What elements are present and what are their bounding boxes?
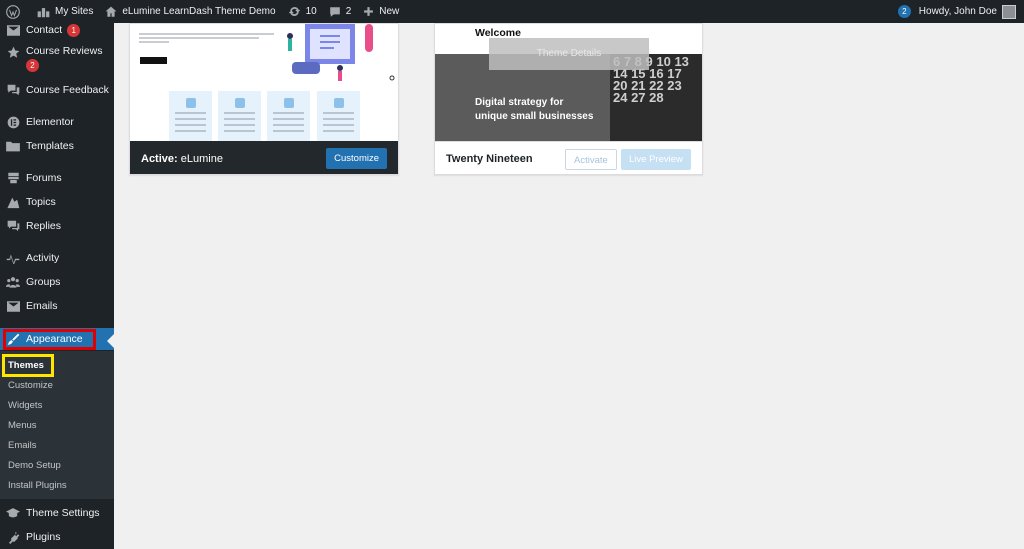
notifications-badge[interactable]: 2 [897,5,911,18]
topics-icon [6,195,20,209]
plus-icon [364,7,374,16]
sidebar-item-label: Groups [26,276,61,288]
site-name-menu[interactable]: eLumine LearnDash Theme Demo [99,0,281,23]
preview-headline: Digital strategy for unique small busine… [475,96,593,124]
star-icon [6,45,20,59]
sidebar-item-label: Course Reviews [26,45,103,57]
admin-sidebar: Contact 1 Course Reviews 2 Course Feedba… [0,23,114,549]
sidebar-item-course-feedback[interactable]: Course Feedback [0,79,114,101]
preview-cta-button [140,57,167,64]
theme-card-twenty-nineteen[interactable]: Welcome 6 7 8 9 10 13 14 15 16 17 20 21 … [434,23,703,175]
sidebar-item-templates[interactable]: Templates [0,135,114,157]
sidebar-item-contact[interactable]: Contact 1 [0,23,114,41]
theme-details-button[interactable]: Theme Details [489,38,649,70]
active-prefix: Active: [141,152,178,165]
preview-feature-card [218,91,261,141]
submenu-item-demo-setup[interactable]: Demo Setup [8,458,61,474]
theme-card-footer: Active: eLumine Customize [130,141,398,174]
sidebar-item-theme-settings[interactable]: Theme Settings [0,502,114,524]
contact-count-badge: 1 [67,23,81,37]
course-reviews-count-badge: 2 [26,59,39,72]
comments-count: 2 [345,6,352,17]
elementor-icon [6,115,20,129]
sidebar-item-plugins[interactable]: Plugins [0,526,114,548]
site-name-label: eLumine LearnDash Theme Demo [122,6,276,17]
preview-text-line [139,33,274,35]
groups-icon [6,275,20,289]
appearance-highlight-box [3,329,96,350]
sidebar-item-replies[interactable]: Replies [0,215,114,237]
theme-screenshot-elumine[interactable] [130,24,398,141]
themes-highlight-box [2,354,54,377]
theme-name: eLumine [180,152,223,165]
theme-name: Twenty Nineteen [446,153,533,165]
preview-headline-line-1: Digital strategy for [475,97,564,108]
my-sites-menu[interactable]: My Sites [31,0,99,23]
sidebar-item-groups[interactable]: Groups [0,271,114,293]
live-preview-button[interactable]: Live Preview [621,149,691,170]
preview-feature-card [267,91,310,141]
envelope-icon [6,299,20,313]
customize-button[interactable]: Customize [326,148,387,169]
sidebar-item-label: Topics [26,196,56,208]
submenu-item-customize[interactable]: Customize [8,378,53,394]
sidebar-item-forums[interactable]: Forums [0,167,114,189]
replies-icon [6,219,20,233]
sidebar-item-label: Templates [26,140,74,152]
folder-icon [6,139,20,153]
sidebar-item-course-reviews[interactable]: Course Reviews 2 [0,42,114,72]
howdy-user-menu[interactable]: Howdy, John Doe [919,6,997,17]
sidebar-item-emails[interactable]: Emails [0,295,114,317]
admin-bar: My Sites eLumine LearnDash Theme Demo 10… [0,0,1024,23]
my-sites-label: My Sites [55,6,94,17]
sidebar-item-label: Contact [26,24,63,36]
preview-feature-card [169,91,212,141]
new-content-menu[interactable]: New [357,0,405,23]
sidebar-item-label: Course Feedback [26,84,109,96]
graduation-cap-icon [6,506,20,520]
activate-button[interactable]: Activate [565,149,617,170]
sidebar-item-label: Theme Settings [26,507,100,519]
feedback-icon [6,83,20,97]
sidebar-item-label: Forums [26,172,62,184]
submenu-item-menus[interactable]: Menus [8,418,37,434]
submenu-item-widgets[interactable]: Widgets [8,398,42,414]
sidebar-item-topics[interactable]: Topics [0,191,114,213]
forums-icon [6,171,20,185]
updates-count: 10 [305,6,317,17]
sidebar-item-label: Plugins [26,531,61,543]
theme-card-footer: Twenty Nineteen Activate Live Preview [435,141,702,174]
sidebar-item-elementor[interactable]: Elementor [0,111,114,133]
plug-icon [6,530,20,544]
submenu-item-emails[interactable]: Emails [8,438,37,454]
wordpress-logo-icon[interactable] [0,0,31,23]
theme-card-active[interactable]: Active: eLumine Customize [129,23,399,175]
preview-headline-line-2: unique small businesses [475,111,594,122]
comments-icon [329,6,340,17]
new-label: New [379,6,400,17]
theme-screenshot-twenty-nineteen[interactable]: Welcome 6 7 8 9 10 13 14 15 16 17 20 21 … [435,24,702,141]
home-icon [105,6,117,17]
submenu-item-install-plugins[interactable]: Install Plugins [8,478,67,494]
updates-menu[interactable]: 10 [282,0,323,23]
envelope-icon [6,23,20,37]
preview-illustration [287,24,395,81]
comments-menu[interactable]: 2 [323,0,358,23]
activity-icon [6,251,20,265]
sidebar-item-label: Elementor [26,116,74,128]
preview-feature-card [317,91,360,141]
sidebar-item-label: Replies [26,220,62,232]
sidebar-item-activity[interactable]: Activity [0,247,114,269]
preview-text-line [139,37,259,39]
sidebar-item-label: Activity [26,252,60,264]
updates-icon [288,6,300,17]
sites-icon [37,7,50,17]
current-menu-arrow [107,333,114,349]
active-theme-name: Active: eLumine [141,153,223,165]
avatar[interactable] [1002,4,1016,19]
sidebar-item-label: Emails [26,300,58,312]
preview-text-line [139,41,169,43]
